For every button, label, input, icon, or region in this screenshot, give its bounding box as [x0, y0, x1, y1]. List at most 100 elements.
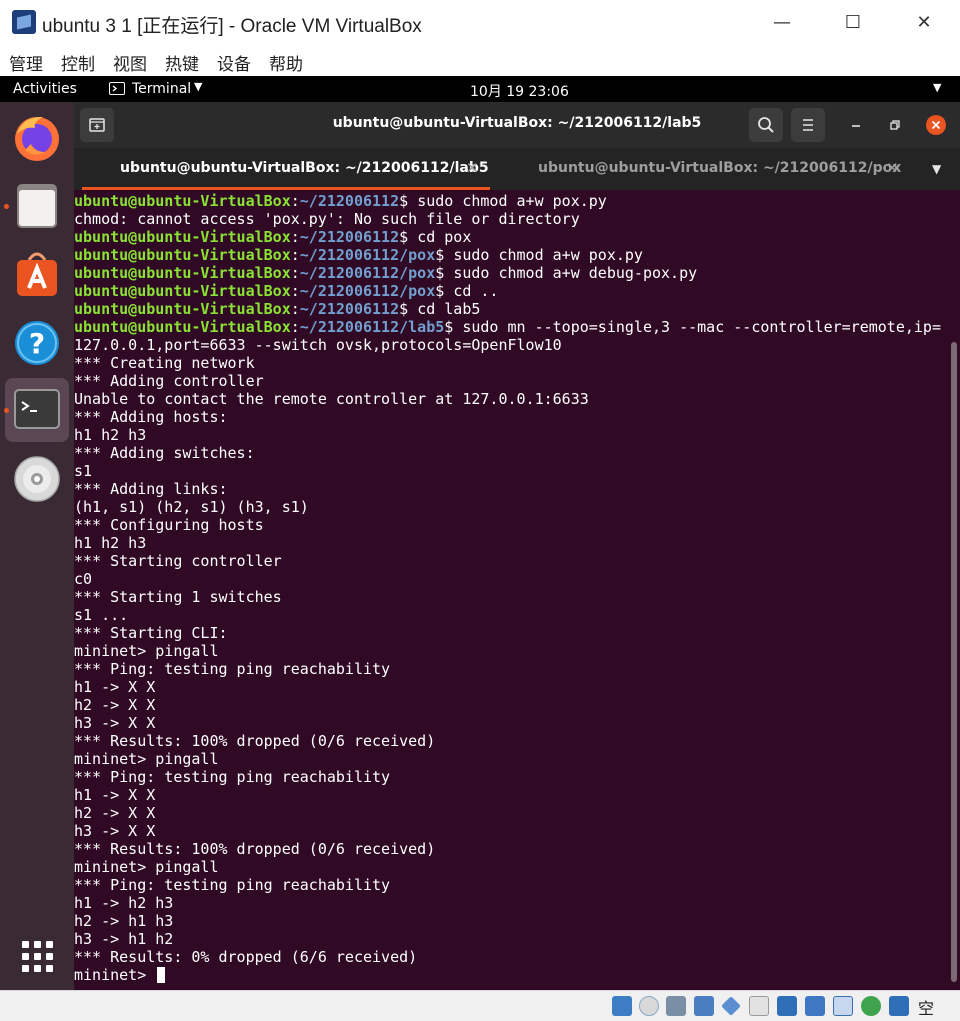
display-status-icon[interactable]	[777, 996, 797, 1016]
output-text: *** Ping: testing ping reachability	[74, 660, 391, 678]
shared-folders-status-icon[interactable]	[749, 996, 769, 1016]
app-menu-terminal[interactable]: Terminal	[132, 81, 191, 97]
menu-control[interactable]: 控制	[61, 50, 95, 75]
app-menu-caret-icon[interactable]: ▼	[194, 80, 202, 93]
output-text: *** Adding controller	[74, 372, 264, 390]
hard-disk-status-icon[interactable]	[612, 996, 632, 1016]
network-status-icon[interactable]	[694, 996, 714, 1016]
output-line: mininet> pingall	[74, 858, 948, 876]
output-text: mininet>	[74, 966, 156, 984]
output-line: h1 h2 h3	[74, 426, 948, 444]
ubuntu-software-icon	[17, 252, 57, 296]
output-line: *** Starting 1 switches	[74, 588, 948, 606]
search-button[interactable]	[749, 108, 783, 142]
output-line: mininet> pingall	[74, 750, 948, 768]
output-text: *** Ping: testing ping reachability	[74, 768, 391, 786]
output-text: h1 -> X X	[74, 786, 156, 804]
clock[interactable]: 10月 19 23:06	[470, 81, 569, 101]
terminal-maximize-button[interactable]	[886, 115, 906, 135]
svg-text:?: ?	[29, 327, 45, 360]
vbox-statusbar: 空	[0, 990, 960, 1021]
tab-close-icon[interactable]: ✕	[886, 159, 899, 177]
output-text: mininet> pingall	[74, 642, 219, 660]
menu-button[interactable]	[791, 108, 825, 142]
prompt-separator: :	[290, 318, 300, 336]
video-capture-status-icon[interactable]	[805, 996, 825, 1016]
terminal-scrollbar[interactable]	[948, 190, 960, 990]
dock-terminal[interactable]	[5, 378, 69, 442]
prompt-user-host: ubuntu@ubuntu-VirtualBox	[74, 264, 291, 282]
output-text: mininet> pingall	[74, 750, 219, 768]
dock-dvd[interactable]	[5, 446, 69, 510]
prompt-user-host: ubuntu@ubuntu-VirtualBox	[74, 246, 291, 264]
vbox-menubar: 管理 控制 视图 热键 设备 帮助	[0, 46, 960, 76]
prompt-separator: :	[290, 246, 300, 264]
tab-list-dropdown-icon[interactable]: ▼	[932, 162, 941, 176]
mouse-integration-status-icon[interactable]	[889, 996, 909, 1016]
cpu-status-icon[interactable]	[833, 996, 853, 1016]
window-title: ubuntu 3 1 [正在运行] - Oracle VM VirtualBox	[42, 16, 422, 37]
prompt-separator: :	[290, 300, 300, 318]
menu-help[interactable]: 帮助	[269, 50, 303, 75]
prompt-dollar: $	[399, 192, 418, 210]
output-text: h2 -> X X	[74, 804, 156, 822]
show-applications-button[interactable]	[5, 924, 69, 988]
output-line: *** Results: 100% dropped (0/6 received)	[74, 732, 948, 750]
virtualbox-logo-icon	[12, 10, 36, 34]
minimize-button[interactable]: —	[764, 8, 800, 38]
output-text: chmod: cannot access 'pox.py': No such f…	[74, 210, 580, 228]
tab-close-icon[interactable]: ✕	[466, 159, 479, 177]
scrollbar-thumb[interactable]	[951, 342, 957, 982]
output-line: h3 -> X X	[74, 714, 948, 732]
help-icon: ?	[15, 321, 59, 365]
activities-button[interactable]: Activities	[13, 81, 77, 97]
prompt-path: ~/212006112/pox	[299, 282, 436, 300]
menu-hotkey[interactable]: 热键	[165, 50, 199, 75]
terminal-output[interactable]: ubuntu@ubuntu-VirtualBox:~/212006112$ su…	[74, 190, 948, 990]
output-line: (h1, s1) (h2, s1) (h3, s1)	[74, 498, 948, 516]
tab-label: ubuntu@ubuntu-VirtualBox: ~/212006112/po…	[538, 160, 902, 176]
tab-lab5[interactable]: ubuntu@ubuntu-VirtualBox: ~/212006112/la…	[82, 148, 490, 190]
command-text: cd ..	[453, 282, 499, 300]
menu-view[interactable]: 视图	[113, 50, 147, 75]
output-line: *** Adding hosts:	[74, 408, 948, 426]
prompt-user-host: ubuntu@ubuntu-VirtualBox	[74, 300, 291, 318]
system-menu-caret-icon[interactable]: ▼	[933, 81, 941, 94]
output-line: *** Creating network	[74, 354, 948, 372]
command-text: sudo chmod a+w pox.py	[453, 246, 643, 264]
output-line: 127.0.0.1,port=6633 --switch ovsk,protoc…	[74, 336, 948, 354]
close-button[interactable]: ✕	[906, 8, 942, 38]
dock-files[interactable]	[5, 174, 69, 238]
output-text: c0	[74, 570, 93, 588]
prompt-separator: :	[290, 282, 300, 300]
menu-devices[interactable]: 设备	[217, 50, 251, 75]
output-text: h1 h2 h3	[74, 426, 147, 444]
prompt-line: ubuntu@ubuntu-VirtualBox:~/212006112/pox…	[74, 282, 948, 300]
prompt-user-host: ubuntu@ubuntu-VirtualBox	[74, 228, 291, 246]
output-line: h1 -> X X	[74, 786, 948, 804]
output-text: *** Starting controller	[74, 552, 282, 570]
guest-additions-status-icon[interactable]	[861, 996, 881, 1016]
usb-status-icon[interactable]	[721, 996, 741, 1016]
output-line: *** Adding switches:	[74, 444, 948, 462]
audio-status-icon[interactable]	[666, 996, 686, 1016]
output-line: mininet> pingall	[74, 642, 948, 660]
prompt-separator: :	[290, 192, 300, 210]
terminal-app-icon	[109, 82, 125, 95]
menu-manage[interactable]: 管理	[9, 50, 43, 75]
terminal-close-button[interactable]	[926, 115, 946, 135]
output-text: *** Starting CLI:	[74, 624, 228, 642]
dock-help[interactable]: ?	[5, 310, 69, 374]
output-text: *** Results: 100% dropped (0/6 received)	[74, 840, 436, 858]
prompt-line: ubuntu@ubuntu-VirtualBox:~/212006112/pox…	[74, 264, 948, 282]
maximize-button[interactable]: ☐	[835, 8, 871, 38]
output-text: Unable to contact the remote controller …	[74, 390, 589, 408]
dock-software[interactable]	[5, 244, 69, 308]
prompt-path: ~/212006112/lab5	[299, 318, 445, 336]
output-line: h3 -> h1 h2	[74, 930, 948, 948]
output-line: *** Ping: testing ping reachability	[74, 768, 948, 786]
terminal-minimize-button[interactable]	[846, 115, 866, 135]
dock-firefox[interactable]	[5, 106, 69, 170]
tab-pox[interactable]: ubuntu@ubuntu-VirtualBox: ~/212006112/po…	[490, 148, 916, 190]
optical-drive-status-icon[interactable]	[639, 996, 659, 1016]
